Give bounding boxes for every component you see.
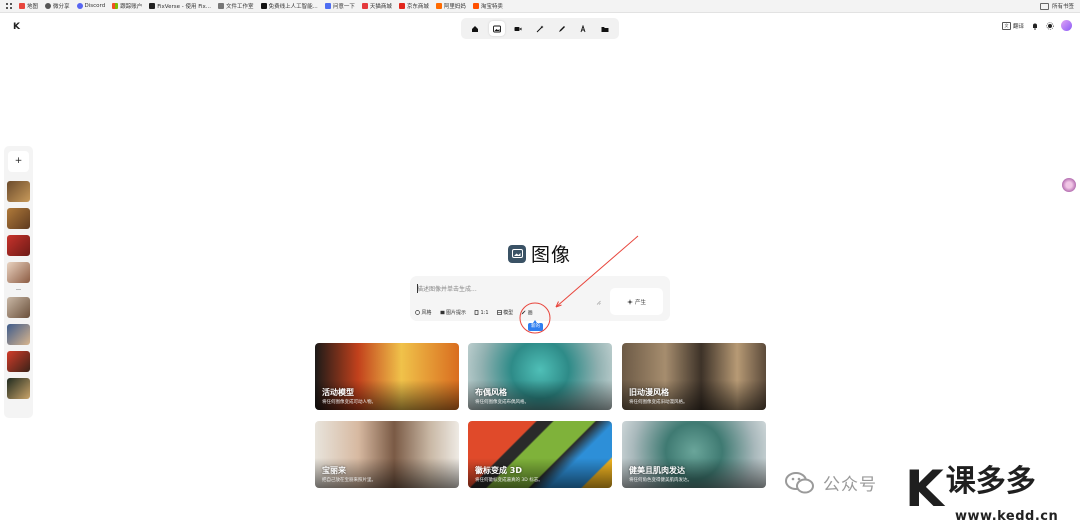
wechat-icon <box>785 471 814 493</box>
card-title: 宝丽来 <box>322 466 346 475</box>
style-card-old-anime[interactable]: 旧动漫风格 将任何图像变成旧动漫风格。 <box>622 343 766 410</box>
logo-name: 课多多 <box>945 464 1036 499</box>
watermark-url: www.kedd.cn <box>955 509 1059 524</box>
new-badge: 新的 <box>528 320 543 331</box>
card-description: 将任何图像变成可动人物。 <box>322 400 376 405</box>
card-title: 健美且肌肉发达 <box>629 466 685 475</box>
card-description: 把自己放在宝丽来照片里。 <box>322 478 376 483</box>
watermark-logo: K 课多多 <box>905 460 1036 518</box>
style-card-logo-3d[interactable]: 徽标变成 3D 将任何徽标变成逼真的 3D 标志。 <box>468 421 612 488</box>
card-description: 将任何角色变得健美肌肉发达。 <box>629 478 692 483</box>
card-description: 将任何图像变成布偶风格。 <box>475 400 529 405</box>
annotation-arrow <box>555 235 639 308</box>
card-title: 活动模型 <box>322 388 354 397</box>
style-card-muscular[interactable]: 健美且肌肉发达 将任何角色变得健美肌肉发达。 <box>622 421 766 488</box>
watermark-text: 公众号 <box>823 475 877 495</box>
style-card-polaroid[interactable]: 宝丽来 把自己放在宝丽来照片里。 <box>315 421 459 488</box>
watermark-public-account: 公众号 <box>785 470 877 495</box>
style-card-action-figure[interactable]: 活动模型 将任何图像变成可动人物。 <box>315 343 459 410</box>
card-title: 徽标变成 3D <box>475 466 522 475</box>
card-description: 将任何徽标变成逼真的 3D 标志。 <box>475 478 543 483</box>
logo-mark: K <box>905 460 944 518</box>
card-title: 布偶风格 <box>475 388 507 397</box>
style-card-muppet[interactable]: 布偶风格 将任何图像变成布偶风格。 <box>468 343 612 410</box>
card-title: 旧动漫风格 <box>629 388 669 397</box>
card-description: 将任何图像变成旧动漫风格。 <box>629 400 688 405</box>
